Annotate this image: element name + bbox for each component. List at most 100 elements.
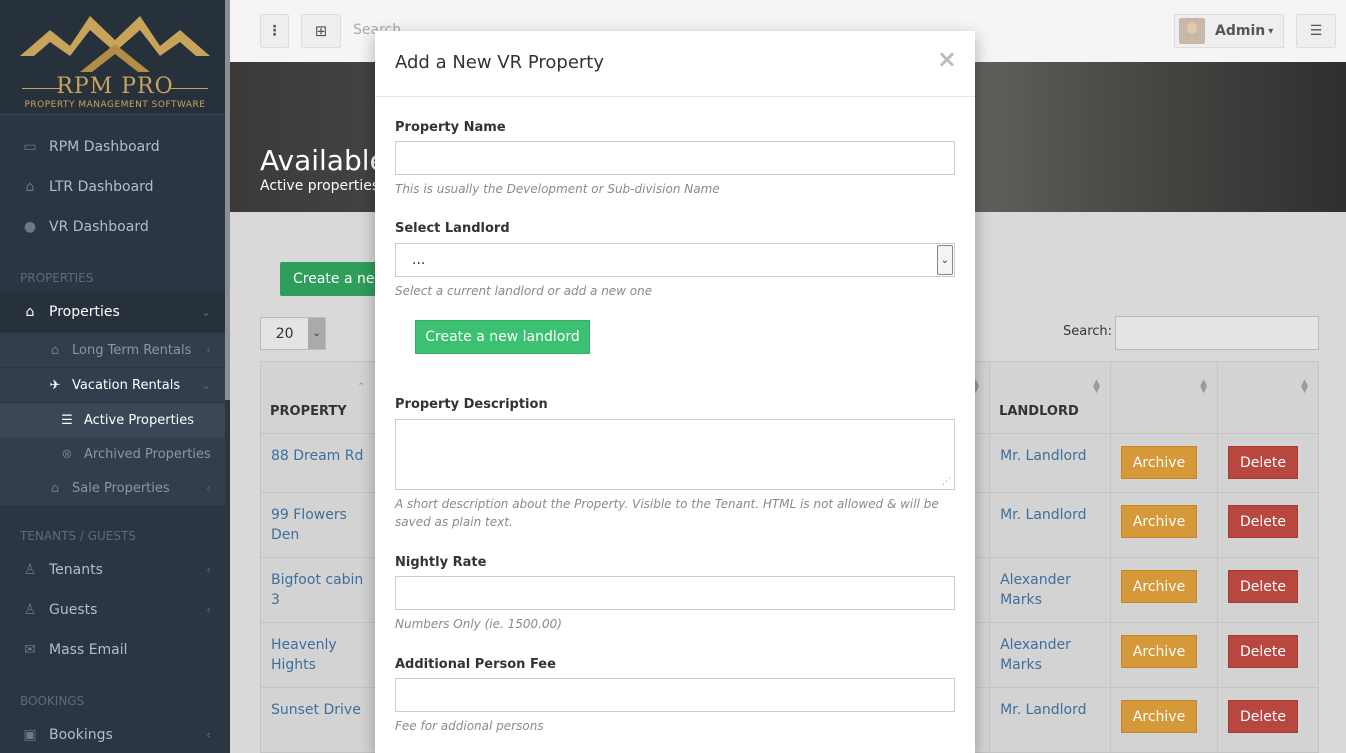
property-name-input[interactable]	[395, 141, 955, 175]
caret-down-icon: ▾	[1268, 25, 1274, 37]
page-title: Available	[260, 144, 387, 177]
sidebar-item-properties[interactable]: ⌂ Properties ⌄	[0, 292, 225, 332]
sidebar-item-sale-properties[interactable]: ⌂ Sale Properties ‹	[0, 471, 225, 505]
chevron-left-icon: ‹	[206, 728, 211, 742]
sidebar-item-label: Active Properties	[84, 412, 195, 428]
table-search-input[interactable]	[1115, 316, 1319, 350]
landlord-link[interactable]: Alexander Marks	[1000, 623, 1100, 675]
sidebar-item-label: Sale Properties	[72, 480, 170, 496]
logo[interactable]: RPM PRO PROPERTY MANAGEMENT SOFTWARE	[0, 0, 230, 115]
property-link[interactable]: Sunset Drive	[271, 688, 365, 720]
additional-fee-label: Additional Person Fee	[395, 657, 556, 672]
sort-icon: ▲ ▼	[1200, 378, 1207, 395]
sidebar-item-active-properties[interactable]: ☰ Active Properties	[0, 403, 225, 437]
panel-toggle-button[interactable]: ☰	[1296, 14, 1336, 48]
archive-button[interactable]: Archive	[1121, 635, 1198, 668]
delete-button[interactable]: Delete	[1228, 446, 1298, 479]
landlord-link[interactable]: Mr. Landlord	[1000, 688, 1100, 720]
property-link[interactable]: Bigfoot cabin 3	[271, 558, 365, 610]
additional-fee-help: Fee for addional persons	[395, 719, 544, 733]
sidebar-item-label: Vacation Rentals	[72, 377, 181, 393]
landlord-link[interactable]: Alexander Marks	[1000, 558, 1100, 610]
grid-icon: ⊞	[314, 22, 328, 40]
brand-name: RPM PRO	[56, 74, 174, 99]
delete-button[interactable]: Delete	[1228, 635, 1298, 668]
home-icon: ⌂	[50, 342, 60, 358]
sidebar-item-label: LTR Dashboard	[49, 179, 154, 195]
sidebar-item-mass-email[interactable]: ✉ Mass Email	[0, 630, 225, 670]
home-icon: ⌂	[50, 480, 60, 496]
resize-grip-icon[interactable]: ⋰	[942, 477, 951, 487]
sidebar-item-vr-dashboard[interactable]: ● VR Dashboard	[0, 207, 225, 247]
add-property-modal: Add a New VR Property × Property Name Th…	[375, 31, 975, 753]
close-icon[interactable]: ×	[937, 45, 957, 73]
delete-button[interactable]: Delete	[1228, 505, 1298, 538]
sidebar-item-label: Bookings	[49, 727, 113, 743]
sidebar-item-rpm-dashboard[interactable]: ▭ RPM Dashboard	[0, 127, 225, 167]
grid-button[interactable]: ⊞	[301, 14, 341, 48]
home-icon: ⌂	[25, 304, 35, 320]
landlord-select-value: ...	[412, 252, 426, 268]
description-help: A short description about the Property. …	[395, 497, 939, 529]
delete-button[interactable]: Delete	[1228, 700, 1298, 733]
property-link[interactable]: Heavenly Hights	[271, 623, 365, 675]
column-label: PROPERTY	[270, 404, 347, 419]
sidebar-item-long-term-rentals[interactable]: ⌂ Long Term Rentals ‹	[0, 333, 225, 367]
landlord-link[interactable]: Mr. Landlord	[1000, 434, 1100, 466]
archive-button[interactable]: Archive	[1121, 570, 1198, 603]
page-size-select[interactable]: 20 ⌄	[260, 317, 326, 350]
sidebar-item-label: Guests	[49, 602, 98, 618]
sidebar-item-bookings[interactable]: ▣ Bookings ‹	[0, 715, 225, 753]
property-name-label: Property Name	[395, 120, 506, 135]
more-vertical-button[interactable]: ⋮	[260, 14, 289, 48]
chevron-down-icon: ⌄	[937, 245, 953, 275]
sidebar-item-label: Mass Email	[49, 642, 128, 658]
landlord-select[interactable]: ... ⌄	[395, 243, 955, 277]
column-header-landlord[interactable]: LANDLORD ▲ ▼	[989, 361, 1112, 434]
user-menu[interactable]: Admin ▾	[1174, 14, 1284, 48]
section-bookings: BOOKINGS	[20, 694, 85, 708]
chevron-left-icon: ‹	[206, 563, 211, 577]
property-link[interactable]: 99 Flowers Den	[271, 493, 365, 545]
sort-icon: ▲ ▼	[1093, 378, 1101, 395]
delete-button[interactable]: Delete	[1228, 570, 1298, 603]
logo-mark-icon	[20, 16, 210, 72]
sidebar-item-ltr-dashboard[interactable]: ⌂ LTR Dashboard	[0, 167, 225, 207]
user-name: Admin	[1215, 23, 1266, 39]
modal-title: Add a New VR Property	[395, 52, 605, 73]
sort-up-icon: ⌃	[357, 382, 365, 392]
sidebar-item-label: VR Dashboard	[49, 219, 149, 235]
landlord-label: Select Landlord	[395, 221, 510, 236]
chevron-left-icon: ‹	[206, 481, 211, 495]
nightly-rate-input[interactable]	[395, 576, 955, 610]
sidebar: RPM PRO PROPERTY MANAGEMENT SOFTWARE ▭ R…	[0, 0, 230, 753]
column-header-archive[interactable]: ▲ ▼	[1110, 361, 1218, 434]
archive-button[interactable]: Archive	[1121, 446, 1198, 479]
description-label: Property Description	[395, 397, 548, 412]
sidebar-item-tenants[interactable]: ♙ Tenants ‹	[0, 550, 225, 590]
column-header-property[interactable]: PROPERTY ⌃	[260, 361, 376, 434]
archive-button[interactable]: Archive	[1121, 505, 1198, 538]
close-circle-icon: ⊗	[61, 446, 73, 462]
sidebar-item-vacation-rentals[interactable]: ✈ Vacation Rentals ⌄	[0, 368, 225, 402]
briefcase-icon: ▣	[23, 727, 37, 743]
archive-button[interactable]: Archive	[1121, 700, 1198, 733]
page-size-value: 20	[275, 325, 294, 342]
plane-icon: ✈	[49, 377, 61, 393]
sidebar-item-label: Long Term Rentals	[72, 342, 192, 358]
column-header-delete[interactable]: ▲ ▼	[1217, 361, 1319, 434]
sidebar-item-archived-properties[interactable]: ⊗ Archived Properties	[0, 437, 225, 471]
create-landlord-button[interactable]: Create a new landlord	[415, 320, 590, 354]
sidebar-item-guests[interactable]: ♙ Guests ‹	[0, 590, 225, 630]
column-label: LANDLORD	[999, 404, 1079, 419]
chevron-left-icon: ‹	[206, 343, 211, 357]
landlord-link[interactable]: Mr. Landlord	[1000, 493, 1100, 525]
sidebar-item-label: Archived Properties	[84, 446, 211, 462]
monitor-icon: ▭	[23, 139, 37, 155]
nightly-rate-help: Numbers Only (ie. 1500.00)	[395, 617, 562, 631]
home-icon: ⌂	[25, 179, 35, 195]
property-link[interactable]: 88 Dream Rd	[271, 434, 365, 466]
description-textarea[interactable]: ⋰	[395, 419, 955, 490]
additional-fee-input[interactable]	[395, 678, 955, 712]
chevron-down-icon: ⌄	[200, 305, 211, 319]
